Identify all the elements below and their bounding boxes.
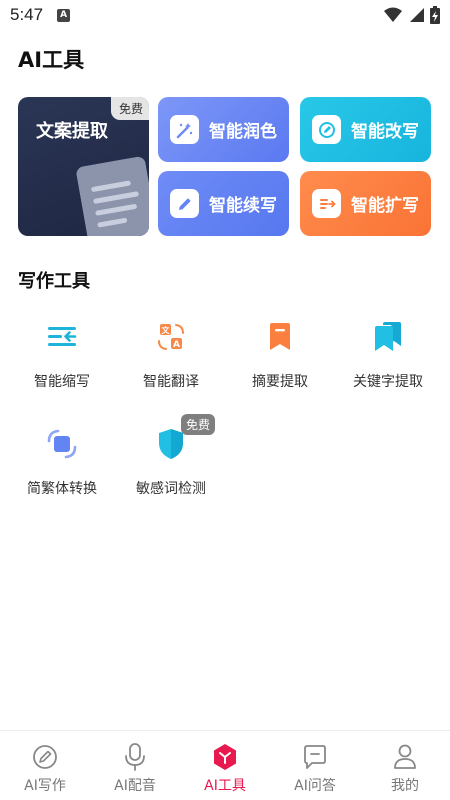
nav-mine[interactable]: 我的 xyxy=(360,731,450,800)
svg-text:A: A xyxy=(173,340,180,350)
tool-label: 摘要提取 xyxy=(252,374,308,390)
shield-icon: 免费 xyxy=(151,414,216,464)
bottom-nav: AI写作 AI配音 AI工具 AI问答 我的 xyxy=(0,730,450,800)
a-icon: A xyxy=(57,8,71,22)
tool-keyword-extract[interactable]: 关键字提取 xyxy=(338,317,438,391)
nav-label: AI写作 xyxy=(24,778,66,794)
document-icon xyxy=(76,156,149,236)
translate-icon: 文 A xyxy=(151,317,191,357)
tool-summary-extract[interactable]: 摘要提取 xyxy=(230,317,330,391)
smart-rewrite-label: 智能改写 xyxy=(351,122,419,142)
text-extract-card[interactable]: 文案提取 免费 xyxy=(18,97,149,236)
smart-continue-label: 智能续写 xyxy=(209,196,277,216)
tool-smart-shorten[interactable]: 智能缩写 xyxy=(12,317,112,391)
chat-icon xyxy=(301,743,329,771)
nav-ai-qa[interactable]: AI问答 xyxy=(270,731,360,800)
page-title: AI工具 xyxy=(18,48,85,72)
tool-smart-translate[interactable]: 文 A 智能翻译 xyxy=(121,317,221,391)
shorten-icon xyxy=(42,317,82,357)
pencil-icon xyxy=(170,189,199,218)
edit-circle-icon xyxy=(312,115,341,144)
ai-tools-icon xyxy=(211,743,239,771)
tool-label: 关键字提取 xyxy=(353,374,423,390)
writing-tools-title: 写作工具 xyxy=(18,271,90,292)
smart-rewrite-card[interactable]: 智能改写 xyxy=(300,97,431,162)
bookmarks-icon xyxy=(368,317,408,357)
tool-label: 简繁体转换 xyxy=(27,481,97,497)
wifi-icon xyxy=(384,7,402,22)
tool-label: 智能翻译 xyxy=(143,374,199,390)
smart-continue-card[interactable]: 智能续写 xyxy=(158,171,289,236)
nav-ai-writing[interactable]: AI写作 xyxy=(0,731,90,800)
nav-ai-tools[interactable]: AI工具 xyxy=(180,731,270,800)
nav-label: AI工具 xyxy=(204,778,246,794)
user-icon xyxy=(391,743,419,771)
microphone-icon xyxy=(121,743,149,771)
nav-label: AI问答 xyxy=(294,778,336,794)
status-icons xyxy=(384,6,440,24)
text-extract-label: 文案提取 xyxy=(36,121,108,142)
free-badge: 免费 xyxy=(110,97,149,120)
tool-label: 智能缩写 xyxy=(34,374,90,390)
free-badge: 免费 xyxy=(181,414,216,435)
smart-polish-card[interactable]: 智能润色 xyxy=(158,97,289,162)
svg-text:文: 文 xyxy=(162,325,171,335)
convert-icon xyxy=(42,424,82,464)
status-bar: 5:47 A xyxy=(0,0,450,30)
signal-icon xyxy=(410,8,424,22)
tool-simplified-traditional[interactable]: 简繁体转换 xyxy=(12,424,112,498)
nav-label: AI配音 xyxy=(114,778,156,794)
magic-wand-icon xyxy=(170,115,199,144)
expand-text-icon xyxy=(312,189,341,218)
bookmark-icon xyxy=(260,317,300,357)
status-time: 5:47 xyxy=(10,5,44,24)
app-screen: 5:47 A AI工具 文案提取 免费 智能润色 智能改写 智能续写 智能扩写 … xyxy=(0,0,450,800)
nav-label: 我的 xyxy=(391,778,419,794)
tool-label: 敏感词检测 xyxy=(136,481,206,497)
smart-polish-label: 智能润色 xyxy=(209,122,277,142)
smart-expand-card[interactable]: 智能扩写 xyxy=(300,171,431,236)
nav-ai-voice[interactable]: AI配音 xyxy=(90,731,180,800)
pen-icon xyxy=(31,743,59,771)
smart-expand-label: 智能扩写 xyxy=(351,196,419,216)
battery-charging-icon xyxy=(430,6,440,24)
tool-sensitive-word-check[interactable]: 免费 敏感词检测 xyxy=(121,414,221,498)
